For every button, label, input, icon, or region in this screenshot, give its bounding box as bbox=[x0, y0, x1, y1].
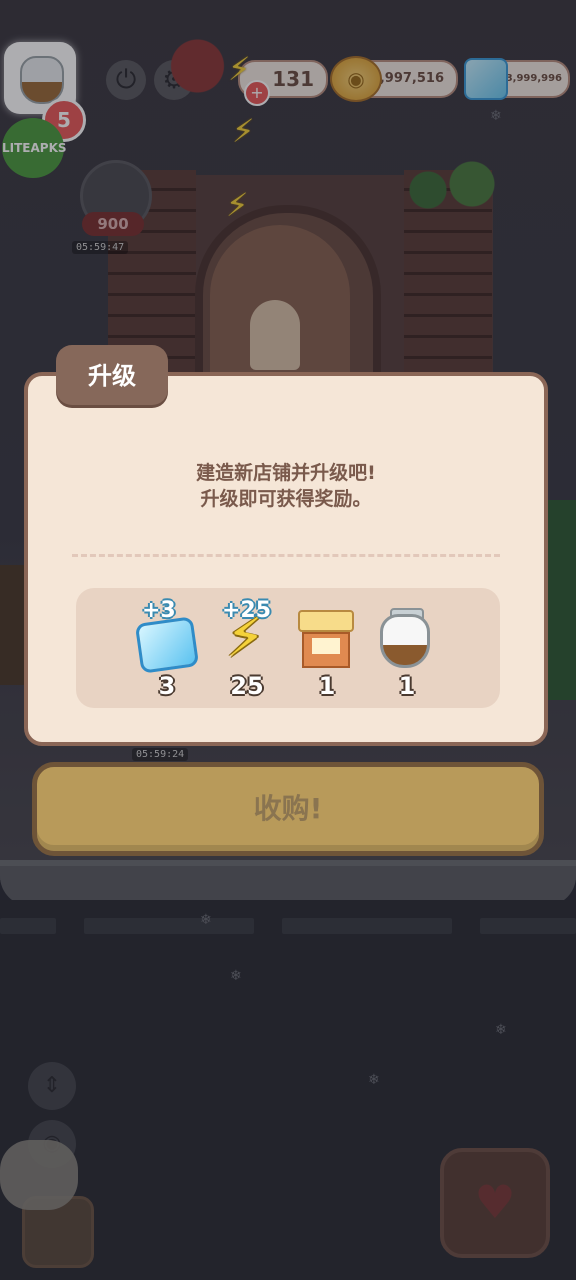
reward-gems: +3 3 bbox=[132, 598, 202, 704]
jar-icon bbox=[380, 614, 430, 668]
reward-shop: 1 bbox=[292, 600, 362, 704]
gem-icon bbox=[134, 616, 200, 674]
reward-qty: 3 bbox=[158, 672, 176, 700]
shop-icon bbox=[298, 610, 354, 668]
reward-qty: 25 bbox=[230, 672, 264, 700]
dashed-divider bbox=[72, 554, 500, 557]
dialog-message: 建造新店铺并升级吧! 升级即可获得奖励。 bbox=[24, 460, 548, 512]
reward-plus: +25 bbox=[222, 598, 272, 623]
reward-plus: +3 bbox=[142, 598, 176, 623]
reward-jar: 1 bbox=[372, 600, 442, 704]
message-line-1: 建造新店铺并升级吧! bbox=[196, 462, 376, 484]
reward-energy: ⚡ +25 25 bbox=[212, 598, 282, 704]
reward-qty: 1 bbox=[398, 672, 416, 700]
reward-qty: 1 bbox=[318, 672, 336, 700]
dialog-title: 升级 bbox=[56, 345, 168, 405]
message-line-2: 升级即可获得奖励。 bbox=[200, 488, 372, 510]
buy-button[interactable]: 收购! bbox=[32, 762, 544, 856]
